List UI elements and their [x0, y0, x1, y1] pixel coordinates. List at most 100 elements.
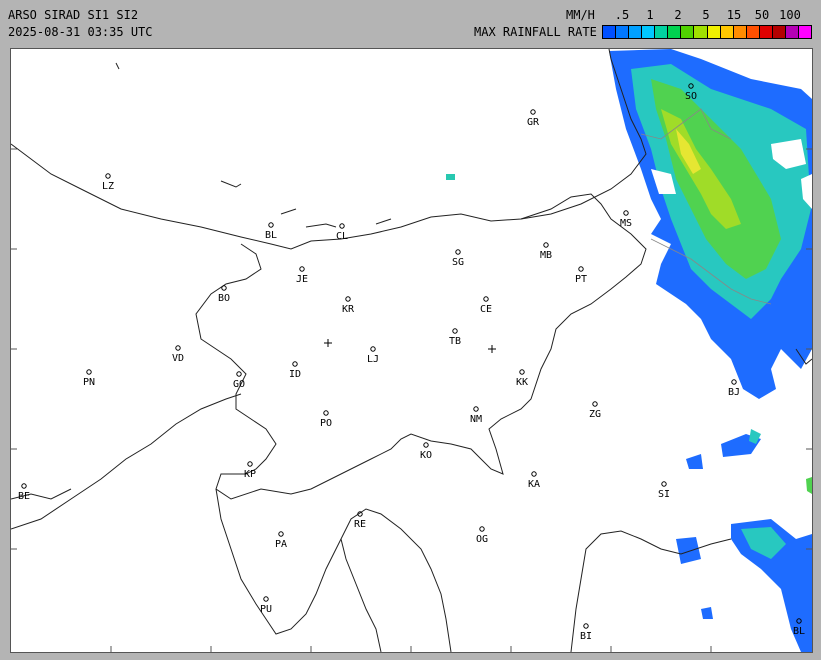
city-dot — [263, 596, 269, 602]
city-label: CE — [480, 304, 492, 315]
city-label: BL — [793, 626, 805, 637]
city-label: PT — [575, 274, 587, 285]
city-marker: MS — [620, 210, 632, 229]
city-dot — [479, 526, 485, 532]
city-marker: BL — [265, 222, 277, 241]
legend-swatch — [681, 26, 695, 38]
city-dot — [661, 481, 667, 487]
city-dot — [21, 483, 27, 489]
city-marker: GO — [233, 371, 245, 390]
city-label: KK — [516, 377, 528, 388]
city-dot — [236, 371, 242, 377]
legend-swatch — [798, 26, 811, 38]
city-dot — [292, 361, 298, 367]
city-dot — [543, 242, 549, 248]
legend-tick: 15 — [726, 8, 742, 22]
city-dot — [731, 379, 737, 385]
city-dot — [370, 346, 376, 352]
rain-echoes — [446, 49, 812, 652]
city-label: BJ — [728, 387, 740, 398]
city-label: TB — [449, 336, 461, 347]
city-marker: CE — [480, 296, 492, 315]
city-label: MB — [540, 250, 552, 261]
city-marker: CL — [336, 223, 348, 242]
city-marker: LZ — [102, 173, 114, 192]
city-dot — [175, 345, 181, 351]
city-label: BI — [580, 631, 592, 642]
city-label: LZ — [102, 181, 114, 192]
city-label: KO — [420, 450, 432, 461]
city-dot — [339, 223, 345, 229]
legend-swatch — [655, 26, 669, 38]
city-marker: GR — [527, 109, 540, 128]
city-dot — [247, 461, 253, 467]
city-marker: BJ — [728, 379, 740, 398]
city-label: PU — [260, 604, 272, 615]
city-dot — [592, 401, 598, 407]
legend-swatch — [642, 26, 656, 38]
city-label: CL — [336, 231, 348, 242]
city-dot — [105, 173, 111, 179]
city-label: BO — [218, 293, 230, 304]
city-label: SO — [685, 91, 697, 102]
legend-swatch — [733, 26, 747, 38]
city-marker: LJ — [367, 346, 379, 365]
city-label: PA — [275, 539, 287, 550]
legend-swatch — [694, 26, 708, 38]
legend-tick: 2 — [674, 8, 682, 22]
city-marker: KP — [244, 461, 256, 480]
city-label: PO — [320, 418, 332, 429]
city-marker: ID — [289, 361, 301, 380]
city-marker: OG — [476, 526, 488, 545]
legend-swatch — [707, 26, 721, 38]
city-dot — [519, 369, 525, 375]
city-marker: JE — [296, 266, 308, 285]
legend-swatch — [616, 26, 630, 38]
city-marker: KR — [342, 296, 355, 315]
legend-swatch — [629, 26, 643, 38]
city-marker: PA — [275, 531, 287, 550]
city-label: NM — [470, 414, 482, 425]
city-dot — [323, 410, 329, 416]
city-marker: SI — [658, 481, 670, 500]
city-dot — [423, 442, 429, 448]
city-dot — [483, 296, 489, 302]
city-dot — [452, 328, 458, 334]
radar-window: ARSO SIRAD SI1 SI2 2025-08-31 03:35 UTC … — [0, 0, 821, 660]
city-marker: PU — [260, 596, 272, 615]
city-label: JE — [296, 274, 308, 285]
radar-map[interactable]: GR SO LZ BL CL MS MB SG JE PT BO KR CE TB VD LJ PN ID GO KK… — [10, 48, 813, 653]
city-dot — [455, 249, 461, 255]
city-label: PN — [83, 377, 95, 388]
legend-swatch — [746, 26, 760, 38]
city-dot — [531, 471, 537, 477]
city-label: VD — [172, 353, 184, 364]
city-dot — [583, 623, 589, 629]
city-marker: SG — [452, 249, 464, 268]
city-label: RE — [354, 519, 366, 530]
legend-swatch — [785, 26, 799, 38]
city-label: MS — [620, 218, 632, 229]
legend-swatch — [720, 26, 734, 38]
city-label: KA — [528, 479, 540, 490]
legend-swatch — [668, 26, 682, 38]
city-dot — [86, 369, 92, 375]
legend-tick: 50 — [754, 8, 770, 22]
city-label: GR — [527, 117, 540, 128]
city-label: KR — [342, 304, 355, 315]
city-marker: NM — [470, 406, 482, 425]
rainfall-color-legend — [602, 25, 812, 39]
city-marker: MB — [540, 242, 552, 261]
map-canvas: GR SO LZ BL CL MS MB SG JE PT BO KR CE TB VD LJ PN ID GO KK… — [11, 49, 812, 652]
city-dot — [473, 406, 479, 412]
radar-title: ARSO SIRAD SI1 SI2 — [8, 8, 139, 22]
units-label: MM/H — [566, 8, 595, 22]
city-marker: ZG — [589, 401, 601, 420]
legend-swatch — [772, 26, 786, 38]
legend-tick: 1 — [646, 8, 654, 22]
city-dot — [578, 266, 584, 272]
city-marker: PO — [320, 410, 332, 429]
city-label: SI — [658, 489, 670, 500]
city-marker: KA — [528, 471, 540, 490]
legend-tick: 5 — [702, 8, 710, 22]
